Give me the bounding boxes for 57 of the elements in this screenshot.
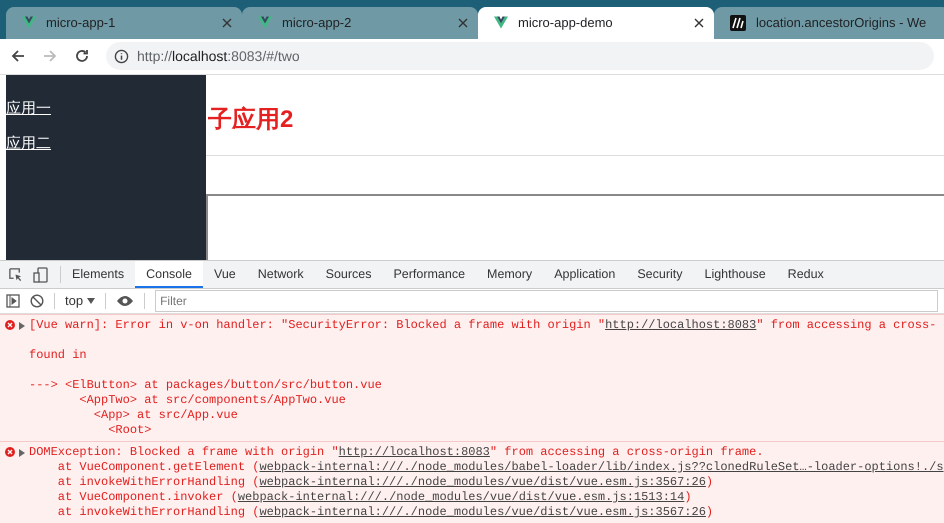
source-link[interactable]: webpack-internal:///./node_modules/vue/dist/vue.esm.js:1513:14 (238, 490, 684, 504)
clear-console-icon[interactable] (30, 294, 44, 308)
devtools-tab[interactable]: Elements (61, 261, 136, 288)
sidebar-link[interactable]: 应用二 (6, 134, 51, 153)
eye-icon[interactable] (116, 294, 134, 307)
url-text: http://localhost:8083/#/two (137, 48, 300, 64)
v-logo-icon (22, 16, 36, 30)
devtools-tab[interactable]: Lighthouse (694, 261, 777, 288)
console-line: <Root> (107, 423, 152, 438)
m-logo-icon (730, 14, 746, 31)
sidebar-link[interactable]: 应用一 (6, 98, 51, 118)
console-line: [Vue warn]: Error in v-on handler: "SecurityError: Blocked a frame with origin "http://localhost:8083" from accessing a cross- (29, 318, 936, 333)
console-line: <App> at src/App.vue (92, 408, 239, 423)
error-icon (5, 320, 15, 330)
devtools-tab[interactable]: Network (246, 261, 315, 288)
caret-icon (87, 298, 96, 304)
browser-tab[interactable]: micro-app-demo (478, 6, 714, 39)
console-line: at VueComponent.getElement (webpack-internal:///./node_modules/babel-loader/lib/index.js??clonedRuleSet…-loader-options!./s (56, 460, 944, 475)
device-icon[interactable] (33, 266, 48, 283)
source-link[interactable]: webpack-internal:///./node_modules/vue/dist/vue.esm.js:3567:26 (259, 475, 706, 489)
inspect-icon[interactable] (8, 267, 23, 282)
console-line: <AppTwo> at src/components/AppTwo.vue (78, 393, 347, 408)
browser-tab[interactable]: micro-app-1 (6, 6, 242, 39)
expand-triangle-icon[interactable] (19, 322, 25, 330)
devtools-tab[interactable]: Performance (382, 261, 476, 288)
console-line: at invokeWithErrorHandling (webpack-internal:///./node_modules/vue/dist/vue.esm.js:3567:26) (56, 505, 714, 520)
devtools-tab[interactable]: Security (626, 261, 694, 288)
v-logo-icon (494, 16, 508, 30)
console-line: at invokeWithErrorHandling (webpack-internal:///./node_modules/vue/dist/vue.esm.js:3567:26) (56, 475, 714, 490)
source-link[interactable]: http://localhost:8083 (338, 445, 490, 459)
close-icon[interactable] (694, 18, 704, 28)
console-line: DOMException: Blocked a frame with origin "http://localhost:8083" from accessing a cross-origin frame. (29, 445, 765, 460)
info-icon (114, 48, 129, 64)
browser-tab[interactable]: micro-app-2 (242, 6, 478, 39)
console-line: ---> <ElButton> at packages/button/src/button.vue (29, 378, 383, 393)
source-link[interactable]: webpack-internal:///./node_modules/vue/dist/vue.esm.js:3567:26 (259, 505, 706, 519)
sidebar-toggle-icon[interactable] (6, 294, 20, 308)
devtools-tab[interactable]: Application (543, 261, 626, 288)
back-arrow-icon[interactable] (10, 48, 26, 64)
browser-tab[interactable]: location.ancestorOrigins - We (714, 6, 944, 39)
error-icon (5, 447, 15, 457)
source-link[interactable]: webpack-internal:///./node_modules/babel-loader/lib/index.js??clonedRuleSet…-loader-options!./s (259, 460, 944, 474)
console-line: found in (29, 348, 88, 363)
devtools-tab[interactable]: Console (135, 261, 203, 288)
source-link[interactable]: http://localhost:8083 (605, 318, 756, 332)
context-select[interactable]: top (65, 293, 96, 308)
expand-triangle-icon[interactable] (19, 449, 25, 457)
reload-icon[interactable] (74, 48, 90, 64)
v-logo-icon (258, 16, 272, 30)
console-line: at VueComponent.invoker (webpack-internal:///./node_modules/vue/dist/vue.esm.js:1513:14) (56, 490, 693, 505)
devtools-tab[interactable]: Memory (476, 261, 544, 288)
devtools-tab[interactable]: Redux (776, 261, 835, 288)
devtools-tab[interactable]: Vue (202, 261, 247, 288)
page-heading: 子应用2 (208, 106, 294, 133)
devtools-tab[interactable]: Sources (314, 261, 382, 288)
filter-field[interactable]: Filter (155, 290, 938, 312)
address-bar[interactable]: http://localhost:8083/#/two (106, 42, 934, 70)
